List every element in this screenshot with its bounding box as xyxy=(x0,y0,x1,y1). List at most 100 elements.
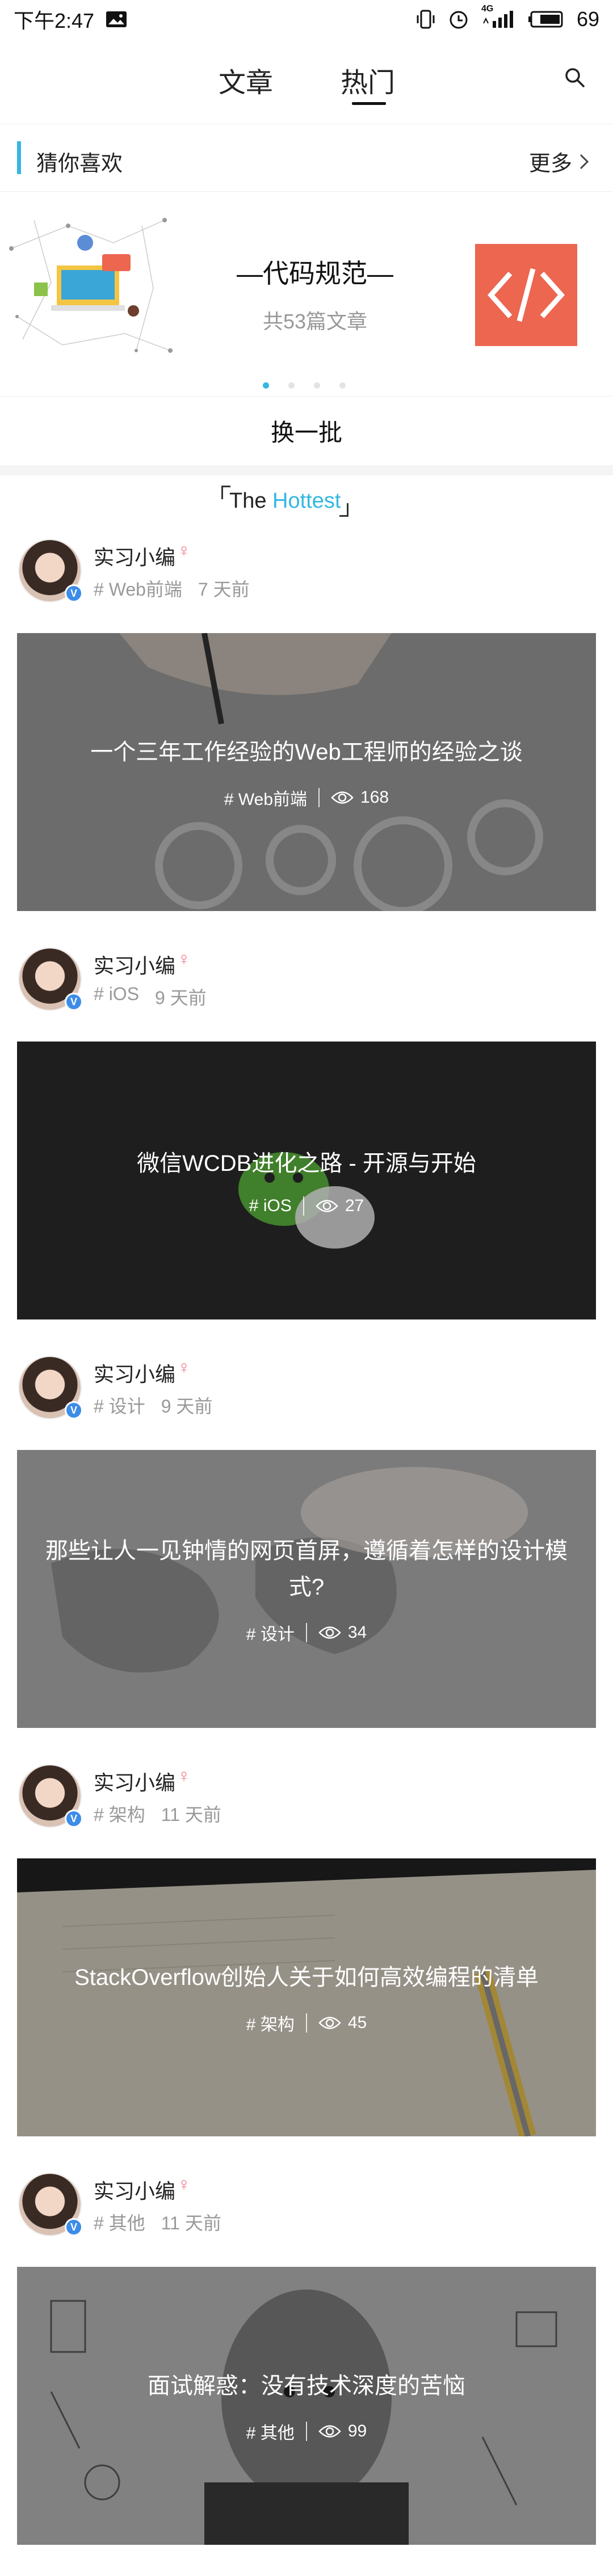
stats-divider xyxy=(305,2422,307,2441)
post-author-row[interactable]: V 实习小编 ♀ # iOS 9 天前 xyxy=(17,944,596,1023)
verified-badge-icon: V xyxy=(65,1810,83,1828)
post-cover-card[interactable]: 面试解惑：没有技术深度的苦恼 # 其他 99 xyxy=(17,2267,596,2545)
stats-divider xyxy=(303,1196,304,1216)
post-stats: # 其他 99 xyxy=(246,2419,367,2444)
post-cover-card[interactable]: StackOverflow创始人关于如何高效编程的清单 # 架构 45 xyxy=(17,1858,596,2136)
active-tab-indicator xyxy=(352,102,386,105)
search-button[interactable] xyxy=(563,66,590,93)
carousel-dot[interactable] xyxy=(339,382,346,389)
status-time: 下午2:47 xyxy=(14,9,95,32)
more-label: 更多 xyxy=(528,152,572,176)
post-meta: # 架构 11 天前 xyxy=(94,1801,221,1827)
eye-icon xyxy=(318,2424,341,2439)
post-author-row[interactable]: V 实习小编 ♀ # 其他 11 天前 xyxy=(17,2169,596,2249)
post-title: 面试解惑：没有技术深度的苦恼 xyxy=(148,2373,465,2398)
female-icon: ♀ xyxy=(177,948,191,969)
status-bar: 下午2:47 4G 69 xyxy=(0,0,613,39)
gallery-notification-icon xyxy=(106,11,127,28)
carousel-dot[interactable] xyxy=(288,382,295,389)
post-meta: # 其他 11 天前 xyxy=(94,2209,221,2235)
post-cover-card[interactable]: 微信WCDB进化之路 - 开源与开始 # iOS 27 xyxy=(17,1042,596,1319)
search-icon xyxy=(565,68,585,87)
bracket-left-decoration xyxy=(221,486,230,499)
vibrate-icon xyxy=(415,10,436,29)
featured-title: —代码规范— xyxy=(237,259,393,288)
post-cover-card[interactable]: 一个三年工作经验的Web工程师的经验之谈 # Web前端 168 xyxy=(17,633,596,911)
female-icon: ♀ xyxy=(177,2174,191,2194)
hottest-highlight: Hottest xyxy=(272,489,341,513)
network-type: 4G xyxy=(481,4,494,14)
post-meta: # 设计 9 天前 xyxy=(94,1392,212,1418)
guess-section-header: 猜你喜欢 更多 xyxy=(0,124,613,192)
tab-articles[interactable]: 文章 xyxy=(219,60,273,100)
post-author-row[interactable]: V 实习小编 ♀ # 设计 9 天前 xyxy=(17,1352,596,1432)
signal-icon: 4G xyxy=(481,4,515,29)
verified-badge-icon: V xyxy=(65,2218,83,2236)
bracket-right-decoration xyxy=(339,503,349,517)
stats-divider xyxy=(318,788,320,807)
feed-post: V 实习小编 ♀ # 设计 9 天前 那些让人一见钟情的网页首屏，遵循着怎样的设… xyxy=(0,1352,613,1761)
verified-badge-icon: V xyxy=(65,1401,83,1419)
post-title: 那些让人一见钟情的网页首屏，遵循着怎样的设计模式? xyxy=(45,1538,568,1600)
battery-icon xyxy=(528,10,564,28)
post-stats: # iOS 27 xyxy=(249,1196,364,1216)
post-tag[interactable]: # 其他 xyxy=(94,2209,145,2235)
refresh-button[interactable]: 换一批 xyxy=(0,396,613,465)
carousel-dot[interactable] xyxy=(263,382,269,389)
author-name[interactable]: 实习小编 xyxy=(94,2175,175,2204)
feed-post: V 实习小编 ♀ # 其他 11 天前 面试解惑：没有技术深度的苦恼 # 其他 … xyxy=(0,2169,613,2576)
post-tag[interactable]: # 设计 xyxy=(94,1392,145,1418)
author-name[interactable]: 实习小编 xyxy=(94,1766,175,1796)
post-tag-overlay: # 其他 xyxy=(246,2424,295,2443)
hottest-prefix: The xyxy=(229,489,267,513)
post-meta: # iOS 9 天前 xyxy=(94,984,207,1010)
featured-illustration xyxy=(0,203,187,373)
female-icon: ♀ xyxy=(177,540,191,560)
featured-collection-card[interactable]: —代码规范— 共53篇文章 xyxy=(0,192,613,396)
view-count: 99 xyxy=(347,2422,367,2440)
post-tag[interactable]: # Web前端 xyxy=(94,575,182,601)
battery-level: 69 xyxy=(576,7,599,31)
eye-icon xyxy=(318,2016,341,2030)
post-cover-card[interactable]: 那些让人一见钟情的网页首屏，遵循着怎样的设计模式? # 设计 34 xyxy=(17,1450,596,1728)
cover-image-notebook xyxy=(17,1858,596,2136)
post-time: 9 天前 xyxy=(161,1396,213,1416)
feed-post: V 实习小编 ♀ # iOS 9 天前 微信WCDB进化之路 - 开源与开始 #… xyxy=(0,944,613,1352)
post-stats: # 架构 45 xyxy=(246,2010,367,2035)
cover-image-gears xyxy=(17,633,596,911)
author-name[interactable]: 实习小编 xyxy=(94,950,175,979)
post-time: 11 天前 xyxy=(161,2213,221,2233)
view-count: 45 xyxy=(347,2013,367,2032)
carousel-dot[interactable] xyxy=(314,382,320,389)
post-time: 9 天前 xyxy=(155,988,207,1008)
post-author-row[interactable]: V 实习小编 ♀ # 架构 11 天前 xyxy=(17,1761,596,1840)
post-author-row[interactable]: V 实习小编 ♀ # Web前端 7 天前 xyxy=(17,536,596,615)
code-icon xyxy=(487,268,565,322)
author-name[interactable]: 实习小编 xyxy=(94,1358,175,1388)
hottest-heading: The Hottest xyxy=(221,486,349,517)
top-nav: 文章 热门 xyxy=(0,39,613,124)
post-meta: # Web前端 7 天前 xyxy=(94,575,250,601)
view-count: 27 xyxy=(345,1196,364,1215)
view-count: 168 xyxy=(360,788,389,807)
post-stats: # 设计 34 xyxy=(246,1620,367,1645)
post-time: 11 天前 xyxy=(161,1805,221,1825)
featured-thumbnail xyxy=(475,244,577,346)
more-link[interactable]: 更多 xyxy=(529,146,589,177)
tab-hot[interactable]: 热门 xyxy=(341,60,395,100)
eye-icon xyxy=(331,790,354,805)
author-name[interactable]: 实习小编 xyxy=(94,541,175,571)
view-count: 34 xyxy=(347,1623,367,1642)
featured-article-count: 共53篇文章 xyxy=(262,310,368,333)
post-tag-overlay: # Web前端 xyxy=(224,790,308,809)
post-tag-overlay: # iOS xyxy=(249,1196,292,1215)
post-title: 微信WCDB进化之路 - 开源与开始 xyxy=(137,1151,476,1176)
female-icon: ♀ xyxy=(177,1357,191,1377)
post-tag-overlay: # 设计 xyxy=(246,1625,295,1644)
carousel-dots xyxy=(263,382,346,389)
stats-divider xyxy=(305,2013,307,2033)
post-tag[interactable]: # 架构 xyxy=(94,1801,145,1827)
verified-badge-icon: V xyxy=(65,584,83,602)
post-title: StackOverflow创始人关于如何高效编程的清单 xyxy=(74,1965,539,1990)
post-tag[interactable]: # iOS xyxy=(94,984,139,1010)
